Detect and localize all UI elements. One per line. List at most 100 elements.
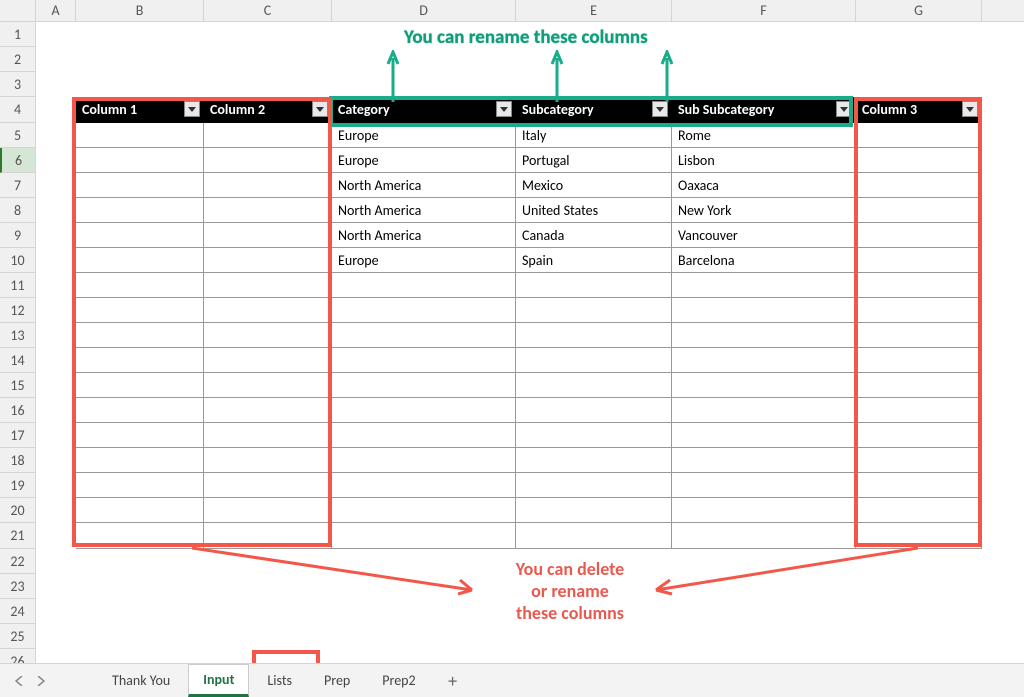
cell-G13[interactable]	[856, 323, 982, 348]
row-header-11[interactable]: 11	[0, 273, 36, 298]
cell-D17[interactable]	[332, 423, 516, 448]
cell-C1[interactable]	[204, 22, 332, 47]
row-header-6[interactable]: 6	[0, 148, 36, 173]
cell-G1[interactable]	[856, 22, 982, 47]
cell-D14[interactable]	[332, 348, 516, 373]
cell-D2[interactable]	[332, 47, 516, 72]
row-header-15[interactable]: 15	[0, 373, 36, 398]
tab-nav-next[interactable]	[32, 671, 50, 691]
cell-C18[interactable]	[204, 448, 332, 473]
cell-D20[interactable]	[332, 498, 516, 523]
cell-A6[interactable]	[36, 148, 76, 173]
cell-D23[interactable]	[332, 574, 516, 599]
row-header-25[interactable]: 25	[0, 624, 36, 649]
cell-E4[interactable]: Subcategory	[516, 97, 672, 123]
cell-B18[interactable]	[76, 448, 204, 473]
cell-A19[interactable]	[36, 473, 76, 498]
cell-D12[interactable]	[332, 298, 516, 323]
cell-C21[interactable]	[204, 523, 332, 549]
cell-A15[interactable]	[36, 373, 76, 398]
cell-A9[interactable]	[36, 223, 76, 248]
cell-B23[interactable]	[76, 574, 204, 599]
cell-F13[interactable]	[672, 323, 856, 348]
cell-A2[interactable]	[36, 47, 76, 72]
cell-G23[interactable]	[856, 574, 982, 599]
cell-C5[interactable]	[204, 123, 332, 148]
sheet-tab-prep2[interactable]: Prep2	[368, 666, 429, 696]
row-header-23[interactable]: 23	[0, 574, 36, 599]
filter-dropdown-icon[interactable]	[184, 101, 200, 117]
cell-F6[interactable]: Lisbon	[672, 148, 856, 173]
cell-A17[interactable]	[36, 423, 76, 448]
row-header-9[interactable]: 9	[0, 223, 36, 248]
cell-F16[interactable]	[672, 398, 856, 423]
cell-B15[interactable]	[76, 373, 204, 398]
cell-E2[interactable]	[516, 47, 672, 72]
cell-G5[interactable]	[856, 123, 982, 148]
cell-F10[interactable]: Barcelona	[672, 248, 856, 273]
cell-A5[interactable]	[36, 123, 76, 148]
col-header-A[interactable]: A	[36, 0, 76, 21]
cell-C20[interactable]	[204, 498, 332, 523]
row-header-18[interactable]: 18	[0, 448, 36, 473]
cell-G12[interactable]	[856, 298, 982, 323]
cell-G4[interactable]: Column 3	[856, 97, 982, 123]
cell-C16[interactable]	[204, 398, 332, 423]
cell-C19[interactable]	[204, 473, 332, 498]
cell-G24[interactable]	[856, 599, 982, 624]
cell-D19[interactable]	[332, 473, 516, 498]
cell-B10[interactable]	[76, 248, 204, 273]
cell-A18[interactable]	[36, 448, 76, 473]
cell-C6[interactable]	[204, 148, 332, 173]
col-header-B[interactable]: B	[76, 0, 204, 21]
cell-G7[interactable]	[856, 173, 982, 198]
cell-C22[interactable]	[204, 549, 332, 574]
cell-G17[interactable]	[856, 423, 982, 448]
cell-A14[interactable]	[36, 348, 76, 373]
cell-E10[interactable]: Spain	[516, 248, 672, 273]
cell-F20[interactable]	[672, 498, 856, 523]
cell-G25[interactable]	[856, 624, 982, 649]
col-header-F[interactable]: F	[672, 0, 856, 21]
row-header-2[interactable]: 2	[0, 47, 36, 72]
cell-F3[interactable]	[672, 72, 856, 97]
cell-D6[interactable]: Europe	[332, 148, 516, 173]
cell-E19[interactable]	[516, 473, 672, 498]
row-header-13[interactable]: 13	[0, 323, 36, 348]
cell-A23[interactable]	[36, 574, 76, 599]
filter-dropdown-icon[interactable]	[836, 101, 852, 117]
cell-E11[interactable]	[516, 273, 672, 298]
row-header-8[interactable]: 8	[0, 198, 36, 223]
cell-G15[interactable]	[856, 373, 982, 398]
cell-B1[interactable]	[76, 22, 204, 47]
row-header-20[interactable]: 20	[0, 498, 36, 523]
cell-F24[interactable]	[672, 599, 856, 624]
cell-F7[interactable]: Oaxaca	[672, 173, 856, 198]
cell-G14[interactable]	[856, 348, 982, 373]
cell-E25[interactable]	[516, 624, 672, 649]
cell-A3[interactable]	[36, 72, 76, 97]
cell-D18[interactable]	[332, 448, 516, 473]
row-header-5[interactable]: 5	[0, 123, 36, 148]
cell-B6[interactable]	[76, 148, 204, 173]
cell-B20[interactable]	[76, 498, 204, 523]
cell-D22[interactable]	[332, 549, 516, 574]
cell-G22[interactable]	[856, 549, 982, 574]
cell-B25[interactable]	[76, 624, 204, 649]
cell-C12[interactable]	[204, 298, 332, 323]
cell-E9[interactable]: Canada	[516, 223, 672, 248]
cell-D13[interactable]	[332, 323, 516, 348]
row-header-10[interactable]: 10	[0, 248, 36, 273]
cell-B2[interactable]	[76, 47, 204, 72]
cell-B11[interactable]	[76, 273, 204, 298]
cell-E21[interactable]	[516, 523, 672, 549]
cell-E12[interactable]	[516, 298, 672, 323]
cell-D11[interactable]	[332, 273, 516, 298]
filter-dropdown-icon[interactable]	[962, 101, 978, 117]
cell-G20[interactable]	[856, 498, 982, 523]
select-all-corner[interactable]	[0, 0, 36, 21]
cell-E17[interactable]	[516, 423, 672, 448]
cell-F18[interactable]	[672, 448, 856, 473]
cell-F25[interactable]	[672, 624, 856, 649]
cell-D4[interactable]: Category	[332, 97, 516, 123]
